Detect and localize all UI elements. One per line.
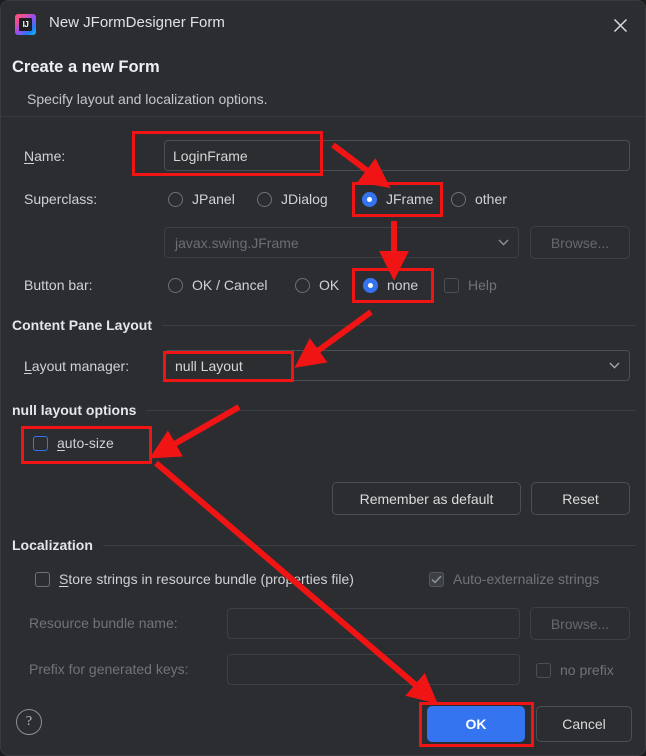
radio-indicator-selected bbox=[363, 277, 378, 293]
radio-indicator bbox=[451, 191, 466, 207]
radio-label: OK bbox=[319, 277, 340, 293]
section-title: Content Pane Layout bbox=[12, 317, 153, 333]
chevron-down-icon[interactable] bbox=[599, 362, 629, 369]
page-title: Create a new Form bbox=[12, 58, 160, 76]
prefix-input bbox=[227, 654, 520, 685]
radio-label: none bbox=[387, 277, 419, 293]
section-title: Localization bbox=[12, 537, 93, 553]
section-title: null layout options bbox=[12, 402, 137, 418]
radio-indicator bbox=[295, 277, 310, 293]
radio-superclass-other[interactable]: other bbox=[451, 191, 507, 207]
name-input[interactable]: LoginFrame bbox=[164, 140, 630, 171]
name-input-value: LoginFrame bbox=[173, 147, 248, 164]
checkbox-indicator-checked bbox=[429, 571, 444, 587]
section-content-pane-layout: Content Pane Layout bbox=[12, 317, 636, 333]
radio-label: JDialog bbox=[281, 191, 328, 207]
checkbox-help: Help bbox=[444, 277, 497, 293]
prefix-for-generated-keys-label: Prefix for generated keys: bbox=[29, 661, 189, 677]
window-title: New JFormDesigner Form bbox=[49, 14, 225, 31]
radio-indicator-selected bbox=[362, 191, 377, 207]
superclass-combo-value: javax.swing.JFrame bbox=[175, 234, 299, 251]
radio-superclass-jpanel[interactable]: JPanel bbox=[168, 191, 235, 207]
header-divider bbox=[1, 116, 645, 117]
layout-manager-value: null Layout bbox=[175, 357, 243, 374]
radio-buttonbar-ok-cancel[interactable]: OK / Cancel bbox=[168, 277, 267, 293]
superclass-browse-button[interactable]: Browse... bbox=[530, 226, 630, 259]
layout-manager-combo[interactable]: null Layout bbox=[164, 350, 630, 381]
intellij-idea-icon: IJ bbox=[15, 14, 36, 35]
superclass-label: Superclass: bbox=[24, 191, 98, 207]
new-form-dialog: IJ New JFormDesigner Form Create a new F… bbox=[0, 0, 646, 756]
remember-as-default-button[interactable]: Remember as default bbox=[332, 482, 521, 515]
layout-manager-label: Layout manager: bbox=[24, 358, 130, 374]
radio-indicator bbox=[168, 191, 183, 207]
radio-label: JPanel bbox=[192, 191, 235, 207]
section-localization: Localization bbox=[12, 537, 636, 553]
checkbox-indicator bbox=[444, 277, 459, 293]
checkbox-indicator bbox=[35, 571, 50, 587]
section-null-layout-options: null layout options bbox=[12, 402, 636, 418]
checkbox-label: Auto-externalize strings bbox=[453, 571, 600, 587]
close-icon[interactable] bbox=[605, 11, 635, 39]
checkbox-auto-size[interactable]: auto-size bbox=[33, 435, 114, 451]
radio-label: JFrame bbox=[386, 191, 434, 207]
radio-label: OK / Cancel bbox=[192, 277, 268, 293]
reset-button[interactable]: Reset bbox=[531, 482, 630, 515]
ok-button[interactable]: OK bbox=[427, 706, 525, 742]
checkbox-label: no prefix bbox=[560, 662, 614, 678]
checkbox-indicator bbox=[33, 435, 48, 451]
page-subtitle: Specify layout and localization options. bbox=[27, 91, 268, 107]
radio-superclass-jframe[interactable]: JFrame bbox=[362, 191, 433, 207]
title-bar: IJ New JFormDesigner Form bbox=[1, 1, 645, 47]
resource-bundle-name-input bbox=[227, 608, 520, 639]
intellij-idea-icon-label: IJ bbox=[19, 18, 32, 31]
button-bar-label: Button bar: bbox=[24, 277, 93, 293]
checkbox-store-strings[interactable]: Store strings in resource bundle (proper… bbox=[35, 571, 354, 587]
radio-indicator bbox=[168, 277, 183, 293]
name-label: Name: bbox=[24, 148, 66, 164]
question-mark-icon[interactable]: ? bbox=[16, 709, 42, 735]
checkbox-label: auto-size bbox=[57, 435, 114, 451]
checkbox-label: Store strings in resource bundle (proper… bbox=[59, 571, 354, 587]
section-rule bbox=[162, 324, 636, 326]
chevron-down-icon[interactable] bbox=[488, 239, 518, 246]
resource-bundle-name-label: Resource bundle name: bbox=[29, 615, 178, 631]
radio-label: other bbox=[475, 191, 507, 207]
section-rule bbox=[146, 409, 636, 411]
radio-superclass-jdialog[interactable]: JDialog bbox=[257, 191, 328, 207]
radio-buttonbar-ok[interactable]: OK bbox=[295, 277, 339, 293]
checkbox-label: Help bbox=[468, 277, 497, 293]
resource-bundle-browse-button: Browse... bbox=[530, 607, 630, 640]
superclass-combo[interactable]: javax.swing.JFrame bbox=[164, 227, 519, 258]
section-rule bbox=[102, 544, 636, 546]
radio-indicator bbox=[257, 191, 272, 207]
cancel-button[interactable]: Cancel bbox=[536, 706, 632, 742]
radio-buttonbar-none[interactable]: none bbox=[363, 277, 418, 293]
checkbox-indicator bbox=[536, 662, 551, 678]
checkbox-auto-externalize: Auto-externalize strings bbox=[429, 571, 599, 587]
checkbox-no-prefix: no prefix bbox=[536, 662, 614, 678]
